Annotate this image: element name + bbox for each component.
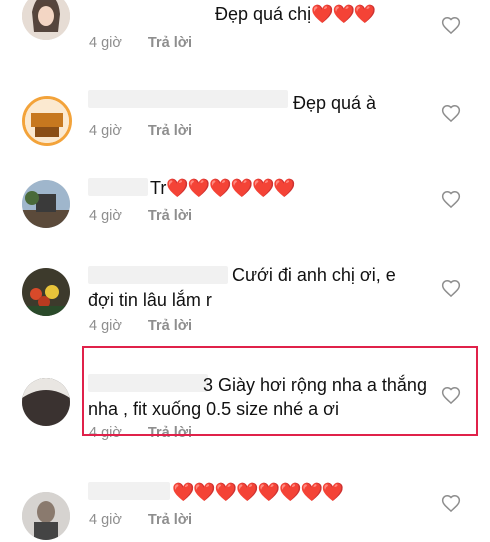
redacted-username [88,178,148,196]
heart-outline-icon[interactable] [441,494,461,514]
reply-button[interactable]: Trả lời [148,318,192,334]
reply-button[interactable]: Trả lời [148,123,192,139]
heart-outline-icon[interactable] [441,386,461,406]
comment-text: Đẹp quá à [293,93,377,113]
comment-text: Đẹp quá chị❤️❤️❤️ [215,4,376,24]
avatar[interactable] [22,268,70,316]
comment-meta: 4 giờ Trả lời [89,35,192,51]
comment-text-line2: đợi tin lâu lắm r [88,290,212,310]
reply-button[interactable]: Trả lời [148,512,192,528]
comment-text: ❤️❤️❤️❤️❤️❤️❤️❤️ [172,479,344,505]
comment-time: 4 giờ [89,35,122,51]
comment-time: 4 giờ [89,123,122,139]
redacted-username [88,374,208,392]
comment-text-line2: nha , fit xuống 0.5 size nhé a ơi [88,399,339,419]
comment-text: Tr❤️❤️❤️❤️❤️❤️ [150,178,296,198]
comment-text: 3 Giày hơi rộng nha a thắng [203,375,427,395]
redacted-username [88,90,288,108]
redacted-username [88,482,170,500]
heart-outline-icon[interactable] [441,16,461,36]
comment-meta: 4 giờ Trả lời [89,318,192,334]
comment-meta: 4 giờ Trả lời [89,208,192,224]
avatar[interactable] [22,0,70,40]
heart-emojis: ❤️❤️❤️❤️❤️❤️❤️❤️ [172,482,344,502]
comment-meta: 4 giờ Trả lời [89,123,192,139]
comment-time: 4 giờ [89,208,122,224]
heart-outline-icon[interactable] [441,190,461,210]
heart-emojis: ❤️❤️❤️ [311,4,376,24]
comment-time: 4 giờ [89,425,122,441]
comment-meta: 4 giờ Trả lời [89,425,192,441]
reply-button[interactable]: Trả lời [148,425,192,441]
avatar[interactable] [22,492,70,540]
avatar[interactable] [22,96,72,146]
heart-outline-icon[interactable] [441,104,461,124]
reply-button[interactable]: Trả lời [148,35,192,51]
comment-time: 4 giờ [89,318,122,334]
avatar[interactable] [22,378,70,426]
redacted-username [88,266,228,284]
heart-outline-icon[interactable] [441,279,461,299]
comment-time: 4 giờ [89,512,122,528]
heart-emojis: ❤️❤️❤️❤️❤️❤️ [166,178,295,198]
comment-meta: 4 giờ Trả lời [89,512,192,528]
reply-button[interactable]: Trả lời [148,208,192,224]
avatar[interactable] [22,180,70,228]
comment-text: Cưới đi anh chị ơi, e [232,265,396,285]
